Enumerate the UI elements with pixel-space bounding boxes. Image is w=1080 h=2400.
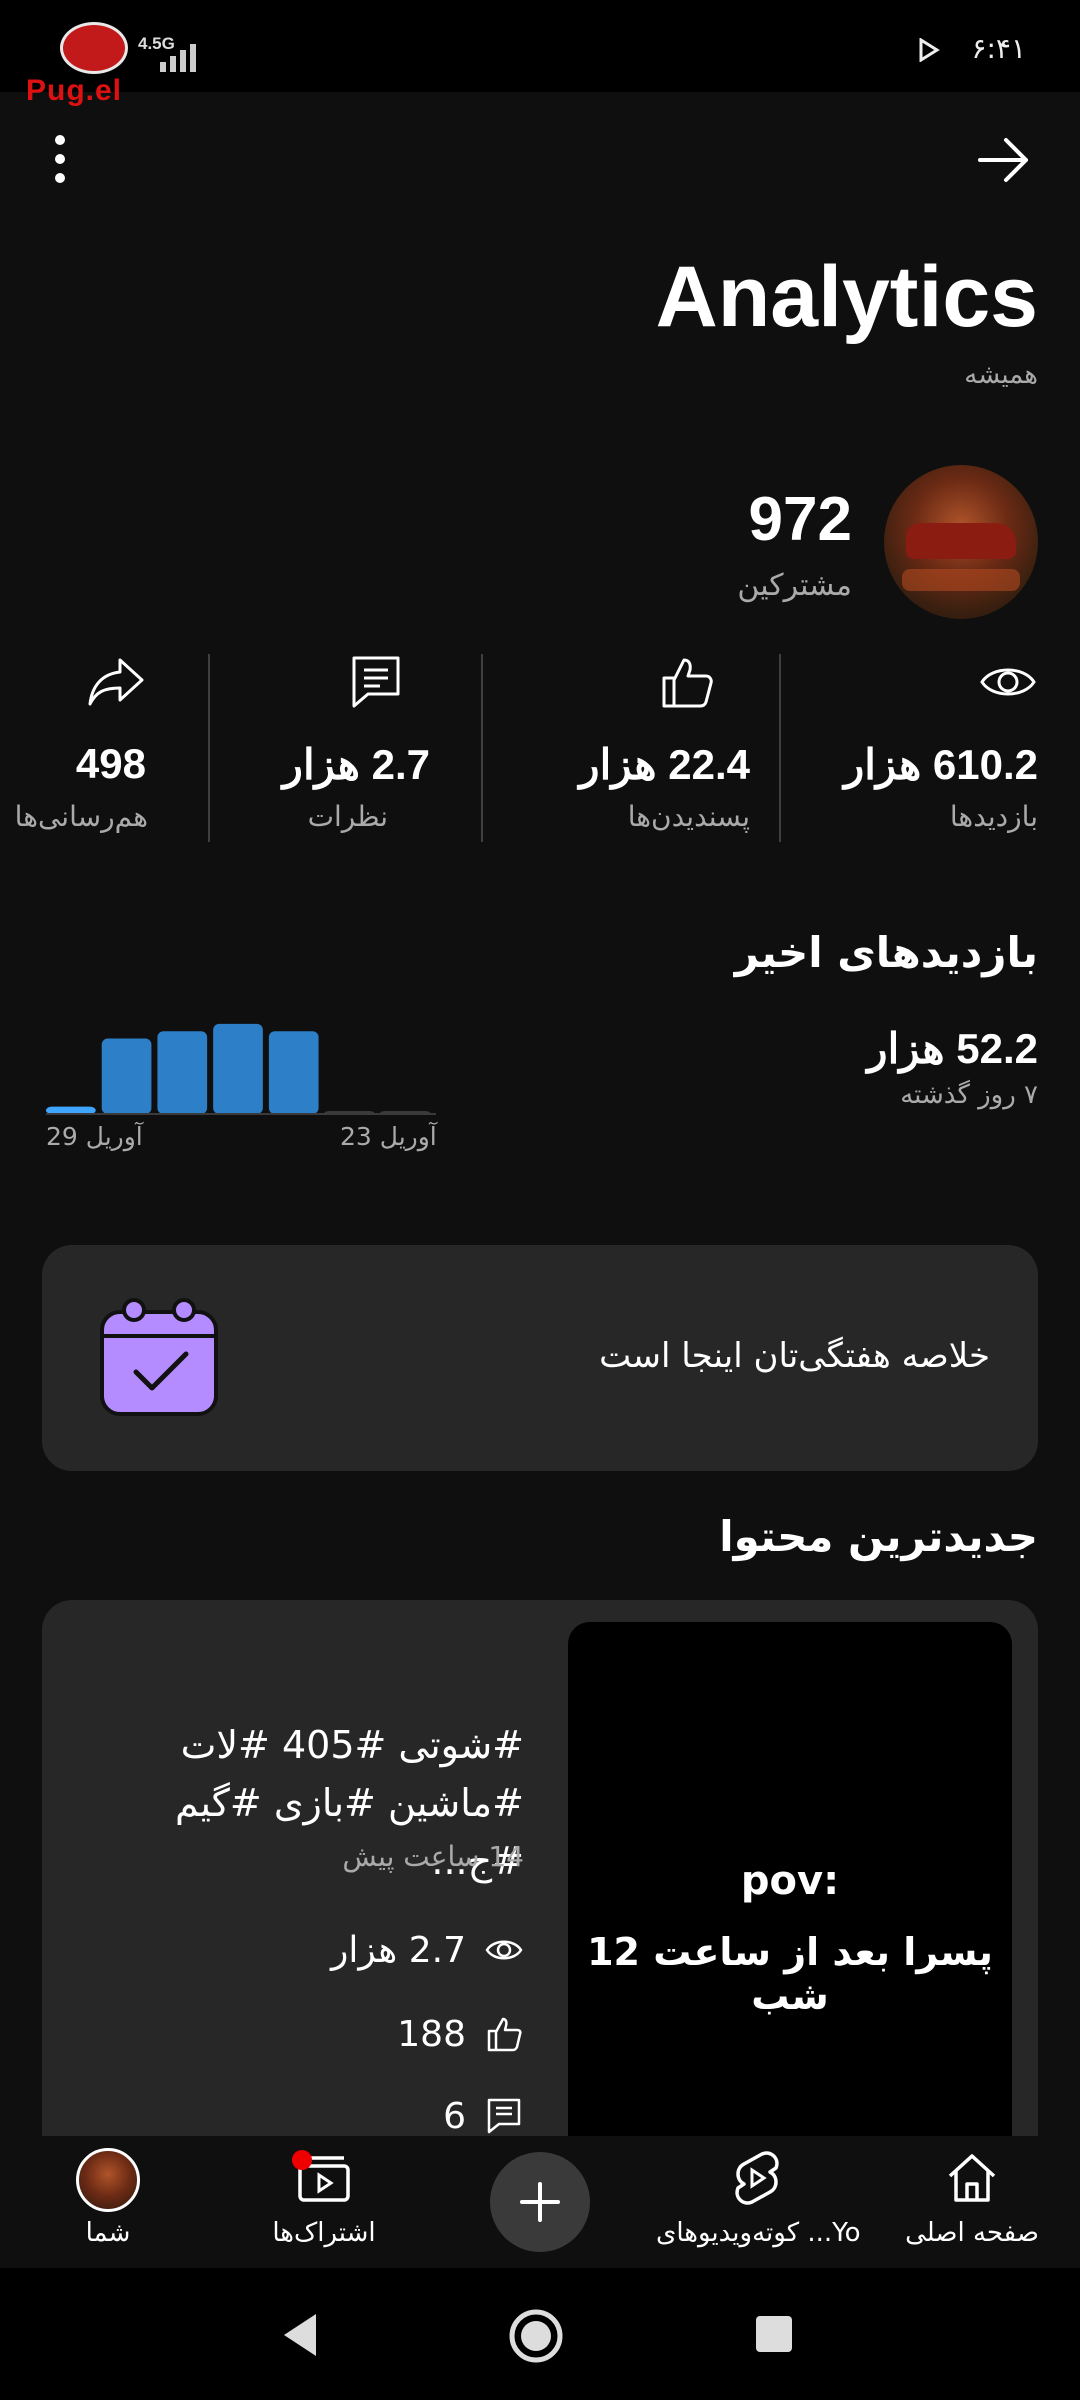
chart-bar — [213, 1023, 263, 1114]
system-recents-icon[interactable] — [754, 2314, 794, 2354]
recent-views-chart[interactable]: 29 آوریل 23 آوریل — [40, 1010, 450, 1160]
divider — [481, 654, 483, 842]
subscriber-count: 972 — [748, 485, 852, 554]
calendar-check-icon — [100, 1298, 218, 1416]
nav-home[interactable]: صفحه اصلی — [872, 2148, 1072, 2258]
shorts-icon — [735, 2151, 779, 2205]
recent-views-period: ۷ روز گذشته — [900, 1080, 1038, 1110]
stat-value: 22.4 هزار — [579, 741, 750, 788]
video-title-line: #شوتی #405 #لات — [180, 1723, 524, 1767]
system-home-icon[interactable] — [508, 2308, 564, 2364]
video-age: 14 ساعت پیش — [342, 1840, 524, 1873]
thumbnail-text: pov: — [740, 1858, 840, 1904]
divider — [779, 654, 781, 842]
latest-content-title: جدیدترین محتوا — [719, 1512, 1038, 1561]
video-comments-value: 6 — [443, 2095, 466, 2137]
video-views: 2.7 هزار — [331, 1926, 524, 1974]
video-likes: 188 — [397, 2010, 524, 2058]
tick-label: 29 آوریل — [46, 1121, 144, 1152]
chart-bar — [46, 1106, 96, 1114]
stat-value: 2.7 هزار — [282, 741, 430, 788]
nav-label: صفحه اصلی — [905, 2218, 1039, 2248]
back-arrow-icon[interactable] — [976, 134, 1032, 186]
stat-views[interactable]: 610.2 هزار بازدیدها — [798, 652, 1038, 842]
comment-icon — [352, 656, 400, 708]
thumbs-up-icon — [662, 658, 713, 708]
stat-label: پسندیدن‌ها — [627, 800, 750, 833]
channel-avatar[interactable] — [884, 465, 1038, 619]
recent-views-value: 52.2 هزار — [867, 1025, 1038, 1072]
nav-shorts[interactable]: کوته‌ویدیوهای ...Yo — [656, 2148, 861, 2258]
video-views-value: 2.7 هزار — [331, 1929, 466, 1971]
create-button[interactable] — [490, 2152, 590, 2252]
date-range-label[interactable]: همیشه — [964, 360, 1038, 390]
divider — [208, 654, 210, 842]
play-notification-icon — [919, 38, 940, 62]
eye-icon — [980, 668, 1036, 696]
stat-label: هم‌رسانی‌ها — [14, 800, 148, 833]
stat-label: نظرات — [307, 800, 388, 833]
home-icon — [948, 2154, 996, 2202]
tick-label: 23 آوریل — [340, 1121, 438, 1152]
chart-bar — [101, 1038, 152, 1114]
comment-icon — [487, 2098, 521, 2134]
nav-label: اشتراک‌ها — [272, 2218, 376, 2248]
chart-bar — [268, 1031, 319, 1114]
page-title: Analytics — [655, 249, 1038, 345]
more-options-icon[interactable] — [48, 132, 72, 186]
system-navigation-bar — [0, 2268, 1080, 2400]
avatar[interactable] — [76, 2148, 140, 2212]
share-icon — [88, 658, 144, 706]
system-back-icon[interactable] — [280, 2312, 320, 2358]
stat-shares[interactable]: 498 هم‌رسانی‌ها — [8, 652, 188, 842]
recent-views-title: بازدیدهای اخیر — [734, 928, 1038, 977]
clock: ۶:۴۱ — [971, 32, 1026, 65]
nav-label[interactable]: شما — [8, 2218, 208, 2248]
nav-subscriptions[interactable]: اشتراک‌ها — [224, 2148, 424, 2258]
stat-comments[interactable]: 2.7 هزار نظرات — [230, 652, 430, 842]
eye-icon — [485, 1940, 523, 1960]
stat-label: بازدیدها — [949, 800, 1038, 833]
watermark-logo-text: Pug.el — [26, 74, 123, 107]
signal-icon — [160, 38, 210, 72]
nav-label: کوته‌ویدیوهای ...Yo — [656, 2218, 861, 2248]
watermark-logo-badge — [60, 22, 128, 74]
notification-dot — [292, 2150, 312, 2170]
video-likes-value: 188 — [397, 2013, 466, 2055]
video-comments: 6 — [443, 2092, 524, 2140]
chart-bar — [157, 1031, 208, 1114]
weekly-summary-text: خلاصه هفتگی‌تان اینجا است — [599, 1336, 990, 1376]
stat-value: 498 — [75, 740, 146, 787]
thumbnail-text: پسرا بعد از ساعت 12 شب — [587, 1930, 993, 2018]
add-icon — [520, 2182, 560, 2222]
thumbs-up-icon — [487, 2017, 522, 2052]
stat-value: 610.2 هزار — [843, 741, 1038, 788]
stat-likes[interactable]: 22.4 هزار پسندیدن‌ها — [500, 652, 750, 842]
subscriber-label: مشترکین — [737, 568, 852, 603]
